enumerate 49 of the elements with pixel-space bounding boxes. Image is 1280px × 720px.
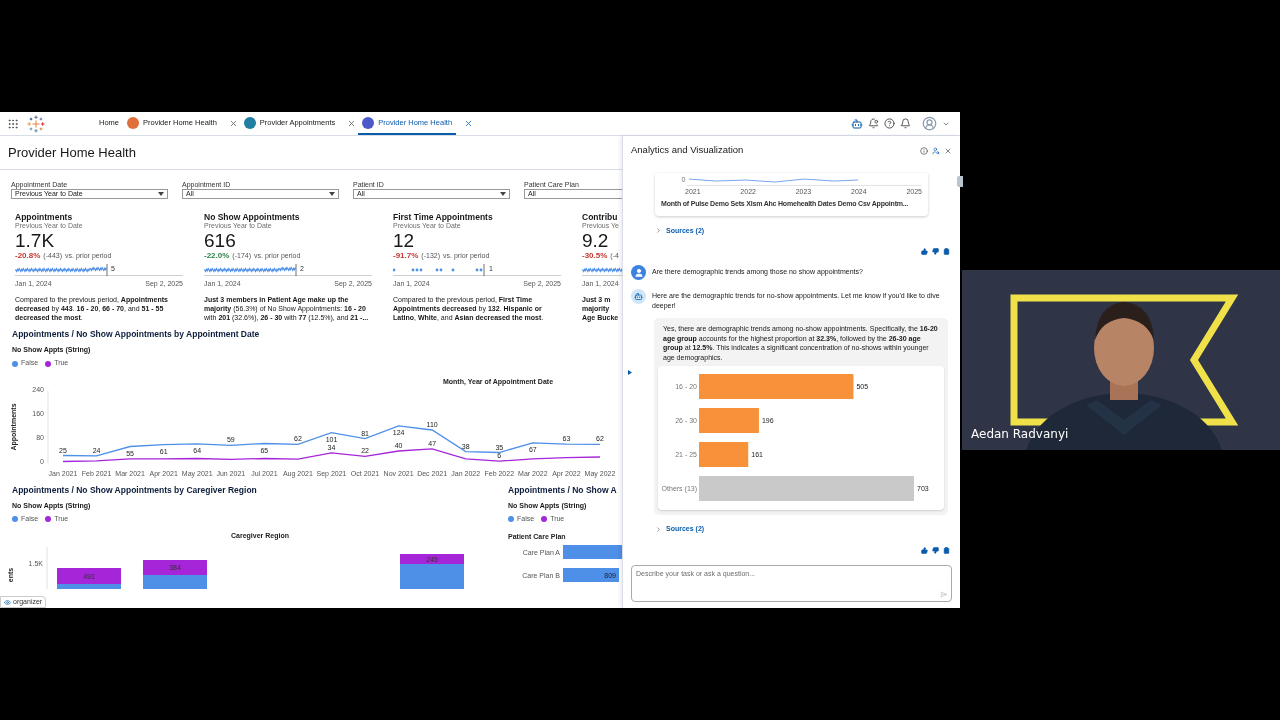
assistant-icon[interactable] xyxy=(851,117,863,130)
page-title: Provider Home Health xyxy=(8,143,136,162)
chart-title: Appointments / No Show A xyxy=(508,483,618,497)
notification-settings-icon[interactable] xyxy=(868,118,879,129)
copy-icon[interactable] xyxy=(943,248,950,255)
info-icon[interactable] xyxy=(920,146,928,155)
bar xyxy=(563,544,622,559)
stacked-bar xyxy=(143,559,207,589)
kpi-title: Contribu xyxy=(582,212,619,222)
close-icon[interactable] xyxy=(944,146,952,155)
kpi-value: 9.2 xyxy=(582,230,610,251)
chart-title: Appointments / No Show Appointments by Caregiver Region xyxy=(12,483,258,497)
participant-name: Aedan Radvanyi xyxy=(971,426,1069,443)
thumbs-up-icon[interactable] xyxy=(921,546,928,554)
close-tab-button[interactable] xyxy=(347,119,357,128)
kpi-title: Appointments xyxy=(15,212,74,222)
bar xyxy=(563,567,619,582)
thumbs-down-icon[interactable] xyxy=(932,248,939,255)
kpi-title: First Time Appointments xyxy=(393,212,494,222)
agent-icon[interactable] xyxy=(932,146,940,155)
chevron-icon xyxy=(655,227,662,235)
logo-icon xyxy=(27,114,45,133)
thumbs-up-icon[interactable] xyxy=(921,248,928,255)
kpi-value: 12 xyxy=(393,230,416,251)
eye-icon xyxy=(4,598,11,606)
avatar-icon[interactable] xyxy=(922,116,937,131)
kpi-value: 1.7K xyxy=(15,230,56,251)
collapse-handle-icon[interactable] xyxy=(957,176,963,187)
kpi-value: 616 xyxy=(204,230,237,251)
user-avatar-icon xyxy=(631,265,646,280)
help-icon[interactable] xyxy=(884,118,895,129)
copy-icon[interactable] xyxy=(943,546,950,554)
kpi-change: -91.7% xyxy=(393,251,419,260)
notifications-icon[interactable] xyxy=(900,118,911,129)
close-tab-button[interactable] xyxy=(464,119,474,128)
bot-avatar-icon xyxy=(631,289,646,304)
kpi-change: -20.8% xyxy=(15,251,41,260)
kpi-change: -22.0% xyxy=(204,251,230,260)
kpi-change: -30.5% xyxy=(582,251,608,260)
stacked-bar xyxy=(57,567,121,589)
app-launcher-icon[interactable] xyxy=(7,117,19,130)
chart-title: Appointments / No Show Appointments by Appointment Date xyxy=(12,328,261,341)
panel-title: Analytics and Visualization xyxy=(631,143,744,158)
thumbs-down-icon[interactable] xyxy=(932,546,939,554)
kpi-title: No Show Appointments xyxy=(204,212,301,222)
stacked-bar xyxy=(400,553,464,589)
chevron-icon xyxy=(655,525,662,533)
expand-handle-icon[interactable] xyxy=(628,370,632,375)
close-tab-button[interactable] xyxy=(228,119,238,128)
